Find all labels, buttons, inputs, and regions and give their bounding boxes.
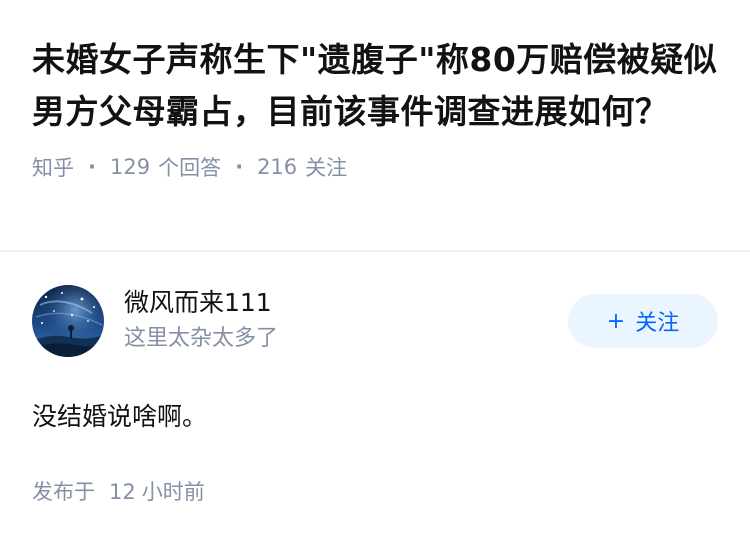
answer-timestamp: 发布于 12 小时前 [32,476,205,506]
question-title[interactable]: 未婚女子声称生下"遗腹子"称80万赔偿被疑似男方父母霸占，目前该事件调查进展如何… [32,34,718,138]
follower-count[interactable]: 216 [257,155,297,179]
avatar[interactable] [32,285,104,357]
published-value: 12 [109,480,136,504]
author-name[interactable]: 微风而来111 [124,286,568,320]
author-bio: 这里太杂太多了 [124,326,279,351]
author-info: 微风而来111 这里太杂太多了 [124,286,568,356]
follow-button-label: 关注 [635,311,680,336]
author-row: 微风而来111 这里太杂太多了 + 关注 [32,285,718,357]
follow-button[interactable]: + 关注 [568,294,718,348]
question-header: 未婚女子声称生下"遗腹子"称80万赔偿被疑似男方父母霸占，目前该事件调查进展如何… [0,0,750,182]
source-label[interactable]: 知乎 [32,152,74,182]
follower-count-label[interactable]: 关注 [305,152,347,182]
separator-dot: · [235,155,244,179]
answer-content[interactable]: 没结婚说啥啊。 [32,397,718,437]
separator-dot: · [88,155,96,179]
plus-icon: + [606,308,626,334]
starry-night-avatar-icon [32,285,104,357]
published-unit: 小时前 [141,480,205,504]
question-meta: 知乎 · 129 个回答 · 216 关注 [32,152,718,182]
answer-count[interactable]: 129 [110,155,150,179]
published-prefix: 发布于 [32,480,95,504]
answer-count-label[interactable]: 个回答 [158,152,221,182]
answer-card: 微风而来111 这里太杂太多了 + 关注 没结婚说啥啊。 [32,285,718,437]
section-divider [0,250,750,252]
